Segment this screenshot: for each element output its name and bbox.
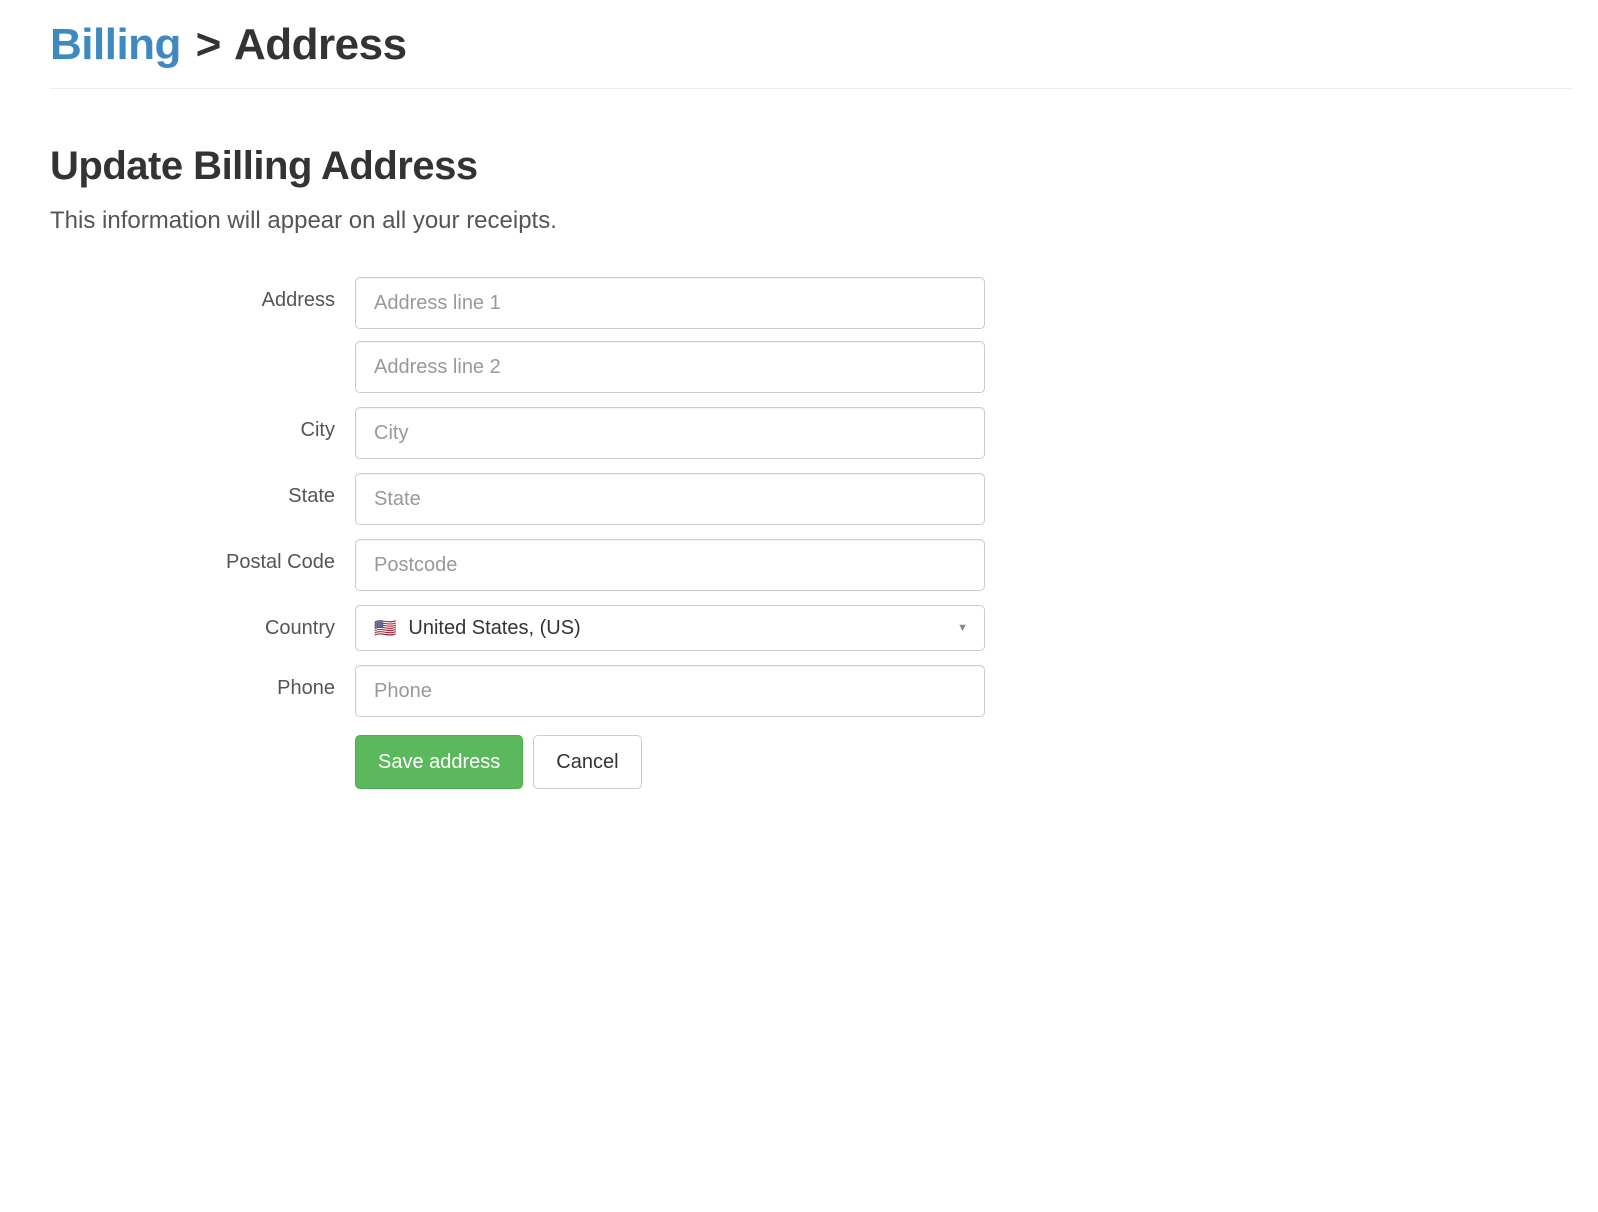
city-input[interactable] (355, 407, 985, 459)
breadcrumb-separator: > (196, 20, 221, 69)
country-select[interactable]: 🇺🇸 United States, (US) ▼ (355, 605, 985, 651)
city-label: City (50, 407, 355, 442)
postal-label: Postal Code (50, 539, 355, 574)
chevron-down-icon: ▼ (957, 622, 968, 634)
address-line1-input[interactable] (355, 277, 985, 329)
page-title: Update Billing Address (50, 144, 1573, 189)
postal-input[interactable] (355, 539, 985, 591)
breadcrumb: Billing > Address (50, 20, 1573, 89)
breadcrumb-billing-link[interactable]: Billing (50, 20, 181, 69)
page-subtitle: This information will appear on all your… (50, 207, 1573, 235)
address-line2-input[interactable] (355, 341, 985, 393)
flag-icon: 🇺🇸 (374, 618, 396, 639)
state-label: State (50, 473, 355, 508)
breadcrumb-current: Address (234, 20, 407, 69)
state-input[interactable] (355, 473, 985, 525)
address-label: Address (50, 277, 355, 312)
save-button[interactable]: Save address (355, 735, 523, 789)
country-selected-text: United States, (US) (408, 617, 580, 640)
phone-input[interactable] (355, 665, 985, 717)
country-label: Country (50, 605, 355, 640)
phone-label: Phone (50, 665, 355, 700)
cancel-button[interactable]: Cancel (533, 735, 641, 789)
